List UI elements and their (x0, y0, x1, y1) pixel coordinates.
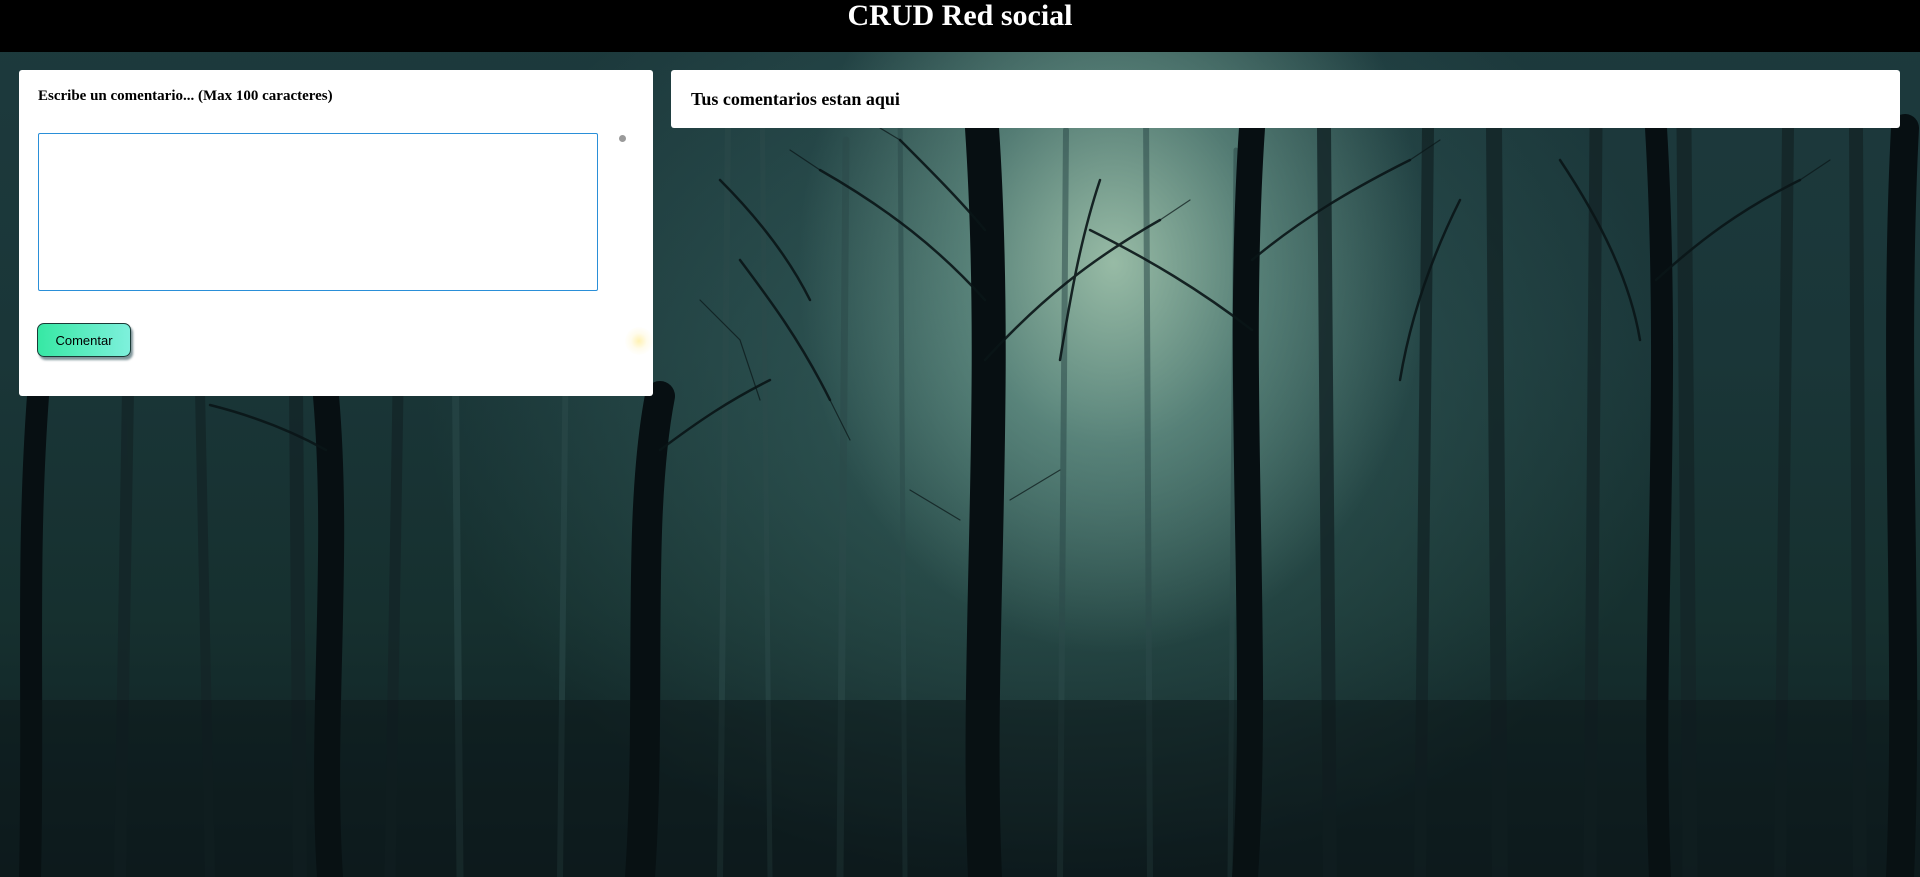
loading-glow-icon (625, 327, 653, 355)
comments-panel-title: Tus comentarios estan aqui (691, 89, 900, 109)
comment-form-panel: Escribe un comentario... (Max 100 caract… (19, 70, 653, 396)
comment-textarea[interactable] (38, 133, 598, 291)
comment-form-label: Escribe un comentario... (Max 100 caract… (38, 88, 333, 104)
header-bar: CRUD Red social (0, 0, 1920, 52)
status-dot-icon (619, 135, 626, 142)
comments-panel: Tus comentarios estan aqui (671, 70, 1900, 128)
comment-submit-button[interactable]: Comentar (37, 323, 131, 357)
page-title: CRUD Red social (847, 0, 1073, 32)
